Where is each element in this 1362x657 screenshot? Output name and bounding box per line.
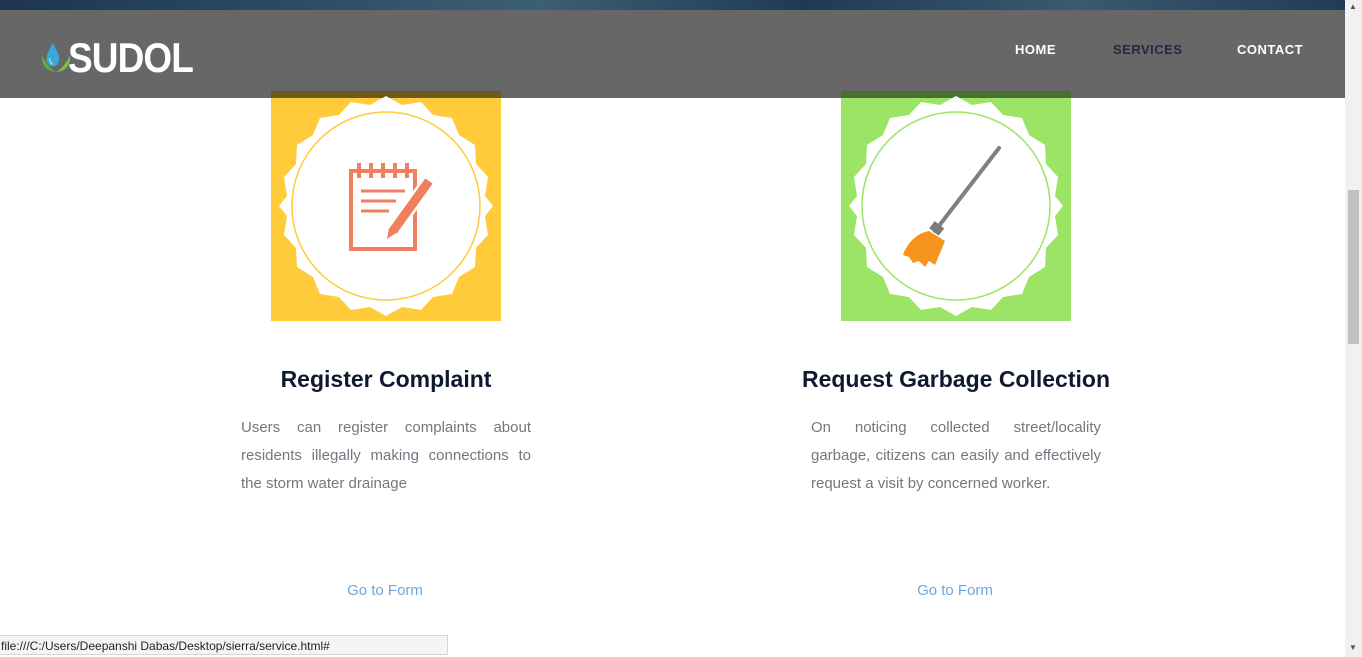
card-title-garbage-collection: Request Garbage Collection <box>801 366 1110 392</box>
register-complaint-image <box>271 91 501 321</box>
browser-status-bar: file:///C:/Users/Deepanshi Dabas/Desktop… <box>0 635 448 655</box>
navbar: SUDOL HOME SERVICES CONTACT <box>0 10 1345 98</box>
notepad-pencil-icon <box>279 96 493 316</box>
garbage-collection-image <box>841 91 1071 321</box>
card-description: On noticing collected street/locality ga… <box>811 419 1101 492</box>
go-to-form-link-complaint[interactable]: Go to Form <box>285 582 485 599</box>
broom-icon <box>849 96 1063 316</box>
card-title-register-complaint: Register Complaint <box>280 366 492 392</box>
scroll-up-arrow-icon[interactable]: ▲ <box>1349 3 1357 11</box>
nav-services[interactable]: SERVICES <box>1113 42 1183 57</box>
nav-contact[interactable]: CONTACT <box>1237 42 1303 57</box>
card-description: Users can register complaints about resi… <box>241 419 531 492</box>
nav-home[interactable]: HOME <box>1015 42 1056 57</box>
vertical-scrollbar[interactable]: ▲ ▼ <box>1345 0 1362 657</box>
scroll-thumb[interactable] <box>1348 190 1359 344</box>
go-to-form-link-garbage[interactable]: Go to Form <box>855 582 1055 599</box>
hero-background-strip <box>0 0 1345 10</box>
main-nav: HOME SERVICES CONTACT <box>0 42 1345 62</box>
scroll-down-arrow-icon[interactable]: ▼ <box>1349 644 1357 652</box>
